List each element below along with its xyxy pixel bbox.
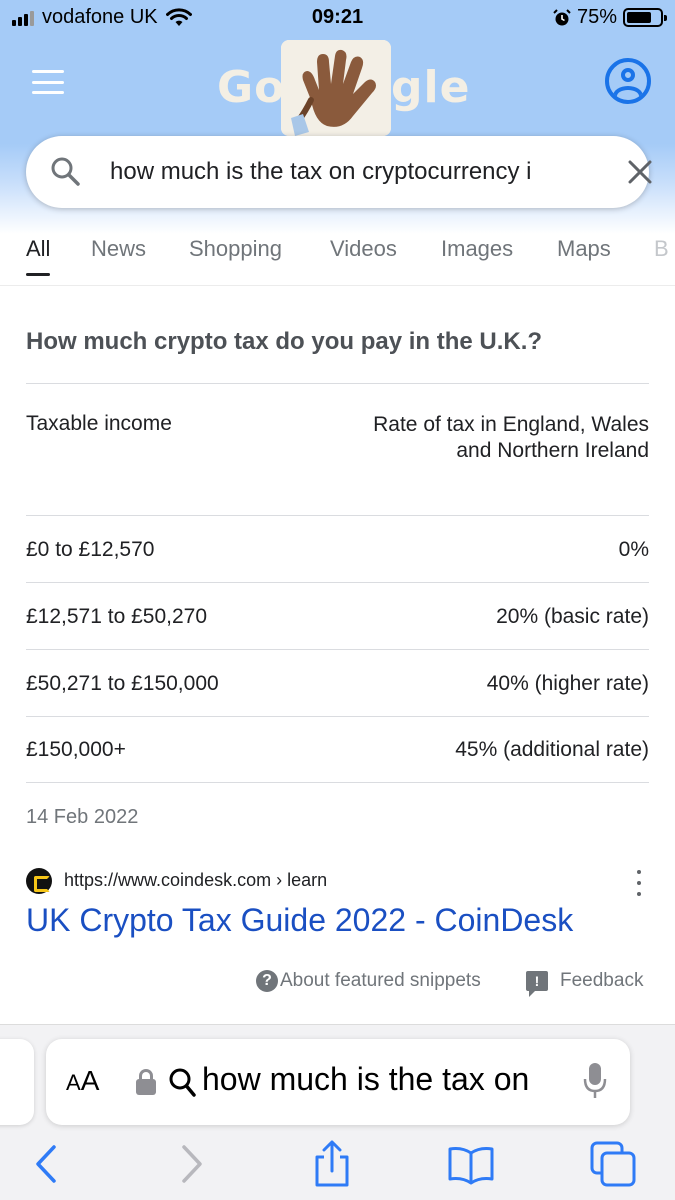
feedback-button[interactable]: ! Feedback [526,970,644,997]
tab-maps[interactable]: Maps [557,236,611,262]
safari-toolbar [0,1135,675,1195]
status-bar: vodafone UK 09:21 75% [0,0,675,34]
feedback-label: Feedback [560,970,644,991]
battery-icon [623,8,667,27]
search-query-text[interactable]: how much is the tax on cryptocurrency i [110,158,590,186]
doodle-hand-image [281,40,391,136]
coindesk-favicon-icon [26,868,52,894]
microphone-icon[interactable] [582,1061,608,1101]
search-icon[interactable] [50,156,80,186]
snippet-question: How much crypto tax do you pay in the U.… [26,328,543,355]
tab-all[interactable]: All [26,236,51,276]
doodle-text-gle: gle [391,62,471,113]
divider [26,515,649,516]
divider [26,582,649,583]
table-cell-income: £150,000+ [26,738,126,761]
snippet-date: 14 Feb 2022 [26,806,139,828]
table-cell-rate: 0% [618,538,649,561]
more-options-icon[interactable] [632,870,646,896]
table-cell-rate: 40% (higher rate) [486,672,649,695]
alarm-icon [553,8,571,25]
help-icon: ? [256,970,278,992]
address-text[interactable]: how much is the tax on [202,1061,558,1098]
tab-videos[interactable]: Videos [330,236,397,262]
tab-shopping[interactable]: Shopping [189,236,282,262]
divider [26,649,649,650]
google-doodle[interactable]: Go gle [215,38,469,138]
table-cell-income: £0 to £12,570 [26,538,155,561]
forward-icon[interactable] [166,1139,216,1189]
bookmarks-icon[interactable] [446,1139,496,1189]
hamburger-menu-icon[interactable] [32,70,64,94]
divider [26,716,649,717]
reader-settings-button[interactable]: AA [66,1065,99,1097]
battery-percent: 75% [576,6,617,28]
divider [26,782,649,783]
about-featured-snippets-link[interactable]: ? About featured snippets [256,970,481,992]
clear-icon[interactable] [626,158,654,186]
address-bar[interactable]: AA how much is the tax on [46,1039,630,1125]
result-title-link[interactable]: UK Crypto Tax Guide 2022 - CoinDesk [26,902,573,939]
tab-books-partial[interactable]: B [654,236,669,262]
tabs-icon[interactable] [588,1139,638,1189]
account-avatar-icon[interactable] [605,58,651,104]
share-icon[interactable] [307,1139,357,1189]
table-cell-rate: 45% (additional rate) [455,738,649,761]
feedback-icon: ! [526,971,548,997]
previous-tab-card[interactable] [0,1039,34,1125]
safari-bottom-bar: AA how much is the tax on [0,1024,675,1200]
back-icon[interactable] [22,1139,72,1189]
tab-images[interactable]: Images [441,236,513,262]
tab-news[interactable]: News [91,236,146,262]
table-header-rate: Rate of tax in England, Wales and Northe… [373,413,649,462]
status-right: 75% [553,6,667,29]
table-cell-income: £12,571 to £50,270 [26,605,208,628]
table-cell-rate: 20% (basic rate) [496,605,649,628]
doodle-text-go: Go [217,62,286,113]
table-header-income: Taxable income [26,412,172,435]
search-tabs: All News Shopping Videos Images Maps B [0,234,675,286]
google-header: Go gle how much is the tax on cryptocurr… [0,34,675,234]
divider [26,383,649,384]
table-cell-income: £50,271 to £150,000 [26,672,219,695]
search-icon [169,1068,196,1097]
result-url[interactable]: https://www.coindesk.com › learn [64,870,327,891]
lock-icon [136,1069,156,1095]
search-box[interactable]: how much is the tax on cryptocurrency i [26,136,652,208]
about-label: About featured snippets [280,970,481,991]
